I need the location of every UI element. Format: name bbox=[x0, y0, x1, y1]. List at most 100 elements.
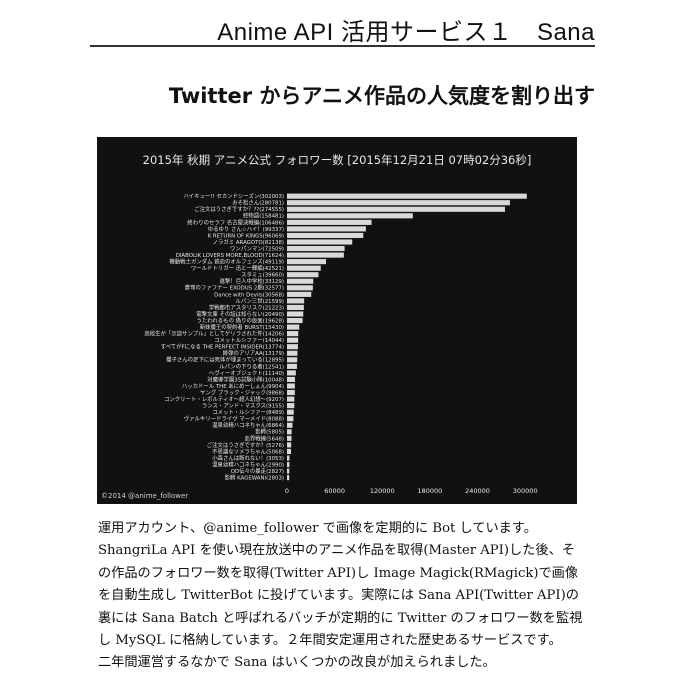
chart-bar bbox=[287, 337, 299, 343]
chart-bar bbox=[287, 435, 292, 441]
chart-category-label: Dance with Devils(30568) bbox=[214, 292, 284, 298]
chart-x-tick-label: 180000 bbox=[417, 487, 442, 495]
chart-category-label: ルパンの下りる者(12541) bbox=[219, 362, 284, 370]
body-line: し MySQL に格納しています。２年間安定運用された歴史あるサービスです。 bbox=[98, 633, 562, 649]
chart-x-tick-label: 300000 bbox=[513, 487, 538, 495]
chart-bar bbox=[287, 344, 298, 350]
chart-bar bbox=[287, 331, 299, 337]
body-line: の作品のフォロワー数を取得(Twitter API)し Image Magick… bbox=[98, 565, 579, 581]
header-divider bbox=[90, 45, 595, 47]
chart-bar bbox=[287, 475, 290, 481]
chart-category-label: 血界戦線(5648) bbox=[245, 434, 285, 442]
chart-bar bbox=[287, 429, 292, 435]
body-line: 裏には Sana Batch と呼ばれるバッチが定期的に Twitter のフォ… bbox=[98, 610, 583, 626]
follower-chart: 2015年 秋期 アニメ公式 フォロワー数 [2015年12月21日 07時02… bbox=[97, 137, 577, 504]
chart-category-label: 緋弾のアリアAA(13179) bbox=[223, 349, 284, 357]
chart-category-label: 蒼穹のファフナー EXODUS 2期(32577) bbox=[185, 284, 284, 292]
chart-category-label: おそ松さん(280781) bbox=[232, 199, 284, 207]
body-line: 二年間運営するなかで Sana はいくつかの改良が加えられました。 bbox=[98, 655, 496, 671]
chart-bars bbox=[287, 193, 527, 481]
chart-category-label: コメット・ルシファー(8489) bbox=[212, 409, 284, 416]
chart-x-tick-label: 0 bbox=[285, 487, 289, 495]
chart-bar bbox=[287, 442, 292, 448]
chart-bar bbox=[287, 461, 290, 468]
chart-category-label: ハイキュー!! セカンドシーズン(302003) bbox=[183, 192, 284, 200]
chart-category-labels: ハイキュー!! セカンドシーズン(302003)おそ松さん(280781)ご注文… bbox=[144, 192, 284, 481]
chart-category-label: ランス・アンド・マスクス(9155) bbox=[202, 403, 284, 410]
chart-bar bbox=[287, 324, 300, 330]
chart-bar bbox=[287, 265, 321, 271]
chart-bar bbox=[287, 468, 290, 474]
chart-bar bbox=[287, 285, 313, 291]
chart-category-label: ご注文はうさぎですか？??(274555) bbox=[194, 205, 284, 213]
chart-category-label: すべてがFになる THE PERFECT INSIDER(13774) bbox=[161, 343, 284, 351]
chart-bar bbox=[287, 311, 304, 317]
body-paragraph: 運用アカウント、@anime_follower で画像を定期的に Bot してい… bbox=[98, 518, 588, 675]
chart-category-label: 対魔導学園35試験小隊(10048) bbox=[207, 375, 284, 383]
body-line: を自動生成し TwitterBot に投げています。実際には Sana API(… bbox=[98, 588, 579, 604]
chart-category-label: 終わりのセラフ 名古屋決戦編(106486) bbox=[187, 218, 284, 226]
chart-category-label: ワンパンマン(72509) bbox=[230, 245, 284, 252]
chart-bar bbox=[287, 370, 296, 376]
chart-category-label: 温泉幼精ハコネちゃん(6864) bbox=[212, 421, 284, 429]
chart-category-label: ルパン三世(21599) bbox=[235, 297, 284, 305]
chart-bar bbox=[287, 403, 295, 409]
chart-bar bbox=[287, 383, 295, 389]
chart-x-tick-label: 120000 bbox=[370, 487, 395, 495]
chart-category-label: ヴァルキリードライヴ マーメイド(8088) bbox=[184, 415, 284, 423]
chart-bar bbox=[287, 239, 353, 245]
chart-category-label: 不思議なソメラちゃん(5068) bbox=[212, 447, 284, 455]
chart-category-label: 小森さんは断れない！(3053) bbox=[212, 454, 284, 462]
chart-bar bbox=[287, 252, 344, 258]
chart-bar bbox=[287, 226, 366, 232]
chart-category-label: 進撃！巨人中学校(33129) bbox=[220, 277, 284, 285]
page-header-title: Anime API 活用サービス１ Sana bbox=[217, 19, 595, 46]
chart-bar bbox=[287, 396, 295, 402]
chart-bar bbox=[287, 278, 314, 284]
chart-category-label: 影鰐 KAGEWANI(2803) bbox=[225, 474, 284, 482]
chart-bar bbox=[287, 219, 372, 225]
chart-category-label: 櫻子さんの足下には死体が埋まっている(12895) bbox=[166, 356, 284, 364]
chart-category-label: 新妹魔王の契約者 BURST(15430) bbox=[200, 323, 284, 331]
chart-bar bbox=[287, 376, 295, 383]
chart-category-label: DIABOLIK LOVERS MORE,BLOOD(71624) bbox=[176, 253, 284, 259]
chart-category-label: ハッカドール THE あにめーしょん(9904) bbox=[182, 383, 284, 390]
follower-bar-chart-svg: 2015年 秋期 アニメ公式 フォロワー数 [2015年12月21日 07時02… bbox=[101, 153, 538, 500]
chart-category-label: うたわれるもの 偽りの仮面(19628) bbox=[197, 316, 285, 324]
chart-bar bbox=[287, 422, 293, 428]
chart-category-label: OD伝々の暴走(2827) bbox=[231, 467, 284, 475]
chart-category-label: ヤング ブラック・ジャック(9868) bbox=[200, 388, 284, 396]
chart-category-label: ご注文はうさぎですか？(5276) bbox=[207, 441, 284, 449]
chart-x-tick-label: 60000 bbox=[324, 487, 345, 495]
chart-bar bbox=[287, 409, 294, 415]
chart-bar bbox=[287, 317, 303, 324]
chart-bar bbox=[287, 389, 295, 396]
chart-bar bbox=[287, 416, 294, 422]
chart-category-label: 高校生が「示談サンプル」としてゲリラされた件(14206) bbox=[144, 330, 284, 338]
chart-x-tick-label: 240000 bbox=[465, 487, 490, 495]
chart-bar bbox=[287, 259, 326, 265]
chart-category-label: 影鰐(5805) bbox=[255, 428, 284, 436]
section-subtitle: Twitter からアニメ作品の人気度を割り出す bbox=[168, 84, 595, 108]
chart-category-label: ワールドトリガー 迅と一輝編(42521) bbox=[191, 264, 284, 272]
chart-category-label: 機動戦士ガンダム 鉄血のオルフェンズ(49119) bbox=[169, 258, 284, 266]
chart-category-label: コメットルシファー(14044) bbox=[214, 337, 284, 344]
chart-category-label: 温泉幼精ハコネちゃん(2990) bbox=[212, 460, 284, 468]
chart-credit: ©2014 @anime_follower bbox=[101, 492, 188, 500]
chart-category-label: K RETURN OF KINGS(96069) bbox=[208, 233, 284, 239]
chart-bar bbox=[287, 200, 510, 206]
chart-bar bbox=[287, 350, 298, 356]
chart-bar bbox=[287, 455, 290, 461]
chart-bar bbox=[287, 232, 364, 239]
chart-bar bbox=[287, 193, 527, 199]
chart-category-label: 学戦都市アスタリスク(21223) bbox=[209, 303, 284, 311]
chart-category-label: ノラガミ ARAGOTO(82138) bbox=[213, 238, 284, 246]
chart-category-label: コンクリート・レボルティオ〜超人幻想〜(9207) bbox=[164, 395, 284, 403]
body-line: 運用アカウント、@anime_follower で画像を定期的に Bot してい… bbox=[98, 521, 537, 536]
chart-bar bbox=[287, 363, 297, 369]
chart-bar bbox=[287, 206, 505, 212]
chart-category-label: ヘヴィーオブジェクト(11140) bbox=[209, 369, 284, 377]
chart-category-label: スタミュ(39660) bbox=[241, 271, 284, 279]
chart-category-label: 終物語(158481) bbox=[243, 212, 284, 220]
body-line: ShangriLa API を使い現在放送中のアニメ作品を取得(Master A… bbox=[98, 543, 575, 559]
